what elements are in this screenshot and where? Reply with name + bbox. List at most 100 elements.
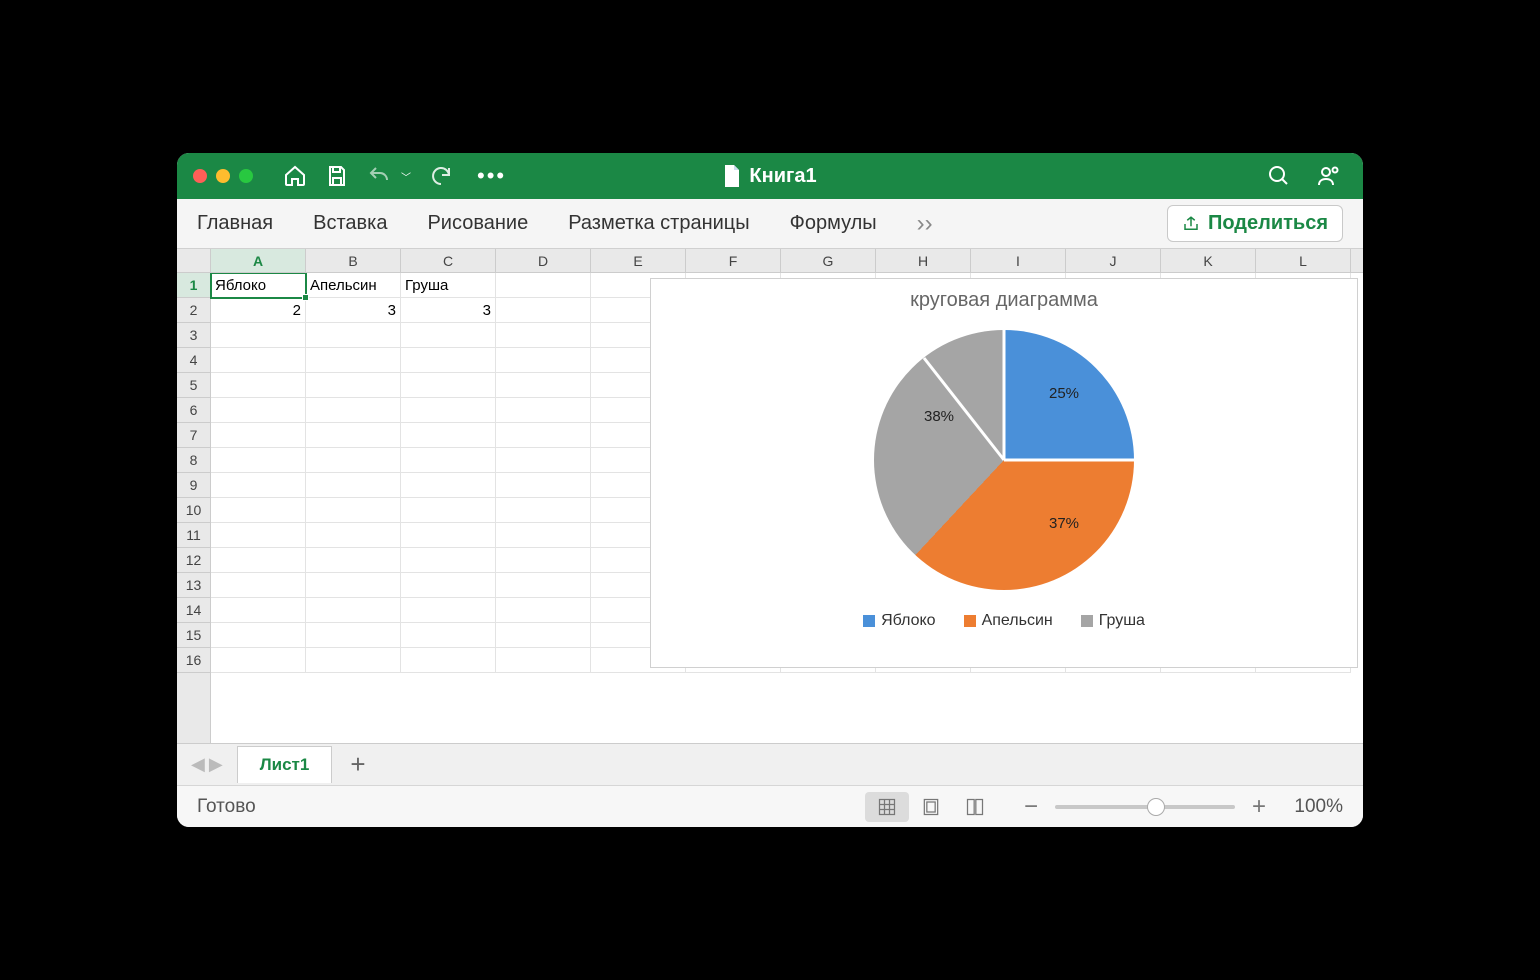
coauthor-icon[interactable] xyxy=(1317,164,1341,188)
sheet-tab-active[interactable]: Лист1 xyxy=(237,746,333,783)
pie-separators xyxy=(874,330,1134,590)
row-header-2[interactable]: 2 xyxy=(177,298,210,323)
zoom-controls: − + xyxy=(1021,793,1269,821)
col-header-A[interactable]: A xyxy=(211,249,306,272)
quick-access-toolbar: ﹀ ••• xyxy=(283,163,506,189)
legend-swatch-1 xyxy=(863,615,875,627)
col-header-F[interactable]: F xyxy=(686,249,781,272)
sheet-bar: ◀ ▶ Лист1 + xyxy=(177,743,1363,785)
cell-D2[interactable] xyxy=(496,298,591,323)
pie-body: 25% 37% 38% xyxy=(874,330,1134,590)
row-header-8[interactable]: 8 xyxy=(177,448,210,473)
row-header-5[interactable]: 5 xyxy=(177,373,210,398)
legend-item-3[interactable]: Груша xyxy=(1081,612,1145,630)
row-header-15[interactable]: 15 xyxy=(177,623,210,648)
cell-C2[interactable]: 3 xyxy=(401,298,496,323)
pie-label-3: 38% xyxy=(924,408,954,425)
row-header-1[interactable]: 1 xyxy=(177,273,210,298)
chart-title: круговая диаграмма xyxy=(910,289,1098,312)
cell-B1[interactable]: Апельсин xyxy=(306,273,401,298)
status-text: Готово xyxy=(197,796,256,818)
fill-handle[interactable] xyxy=(302,294,309,301)
zoom-out-button[interactable]: − xyxy=(1021,793,1041,821)
tab-insert[interactable]: Вставка xyxy=(313,212,387,235)
row-header-11[interactable]: 11 xyxy=(177,523,210,548)
redo-icon[interactable] xyxy=(429,164,453,188)
legend-swatch-2 xyxy=(964,615,976,627)
col-header-J[interactable]: J xyxy=(1066,249,1161,272)
row-header-10[interactable]: 10 xyxy=(177,498,210,523)
row-header-4[interactable]: 4 xyxy=(177,348,210,373)
col-header-B[interactable]: B xyxy=(306,249,401,272)
row-header-16[interactable]: 16 xyxy=(177,648,210,673)
view-page-break-button[interactable] xyxy=(953,792,997,822)
cell-A2[interactable]: 2 xyxy=(211,298,306,323)
sheet-prev-icon[interactable]: ◀ xyxy=(191,754,205,775)
cell-D1[interactable] xyxy=(496,273,591,298)
col-header-G[interactable]: G xyxy=(781,249,876,272)
cells-area[interactable]: Яблоко Апельсин Груша xyxy=(211,273,1363,743)
share-button[interactable]: Поделиться xyxy=(1167,205,1343,242)
row-header-7[interactable]: 7 xyxy=(177,423,210,448)
tab-home[interactable]: Главная xyxy=(197,212,273,235)
document-icon xyxy=(723,165,741,187)
share-button-label: Поделиться xyxy=(1208,212,1328,235)
chart-legend: Яблоко Апельсин Груша xyxy=(863,612,1145,630)
spreadsheet-grid: A B C D E F G H I J K L 1 2 3 4 5 6 7 8 … xyxy=(177,249,1363,743)
sheet-next-icon[interactable]: ▶ xyxy=(209,754,223,775)
view-switcher xyxy=(865,792,997,822)
undo-dropdown-icon[interactable]: ﹀ xyxy=(401,169,411,184)
col-header-C[interactable]: C xyxy=(401,249,496,272)
pie-chart[interactable]: круговая диаграмма 25% 37% 38% Ябло xyxy=(650,278,1358,668)
add-sheet-button[interactable]: + xyxy=(332,749,383,780)
row-headers: 1 2 3 4 5 6 7 8 9 10 11 12 13 14 15 16 xyxy=(177,273,211,743)
pie-label-1: 25% xyxy=(1049,385,1079,402)
tab-formulas[interactable]: Формулы xyxy=(790,212,877,235)
col-header-K[interactable]: K xyxy=(1161,249,1256,272)
app-window: ﹀ ••• Книга1 Главная Вставка Рисование Р… xyxy=(177,153,1363,827)
legend-item-1[interactable]: Яблоко xyxy=(863,612,936,630)
col-header-E[interactable]: E xyxy=(591,249,686,272)
zoom-level[interactable]: 100% xyxy=(1283,796,1343,818)
share-icon xyxy=(1182,215,1200,233)
titlebar: ﹀ ••• Книга1 xyxy=(177,153,1363,199)
legend-item-2[interactable]: Апельсин xyxy=(964,612,1053,630)
more-icon[interactable]: ••• xyxy=(477,163,506,189)
zoom-slider[interactable] xyxy=(1055,805,1235,809)
legend-swatch-3 xyxy=(1081,615,1093,627)
save-icon[interactable] xyxy=(325,164,349,188)
row-header-9[interactable]: 9 xyxy=(177,473,210,498)
row-header-13[interactable]: 13 xyxy=(177,573,210,598)
cell-B2[interactable]: 3 xyxy=(306,298,401,323)
ribbon-tabs: Главная Вставка Рисование Разметка стран… xyxy=(177,199,1363,249)
row-header-12[interactable]: 12 xyxy=(177,548,210,573)
undo-icon[interactable] xyxy=(367,164,391,188)
zoom-in-button[interactable]: + xyxy=(1249,793,1269,821)
col-header-L[interactable]: L xyxy=(1256,249,1351,272)
view-normal-button[interactable] xyxy=(865,792,909,822)
home-icon[interactable] xyxy=(283,164,307,188)
view-page-layout-button[interactable] xyxy=(909,792,953,822)
zoom-slider-thumb[interactable] xyxy=(1147,798,1165,816)
cell-C1[interactable]: Груша xyxy=(401,273,496,298)
pie-label-2: 37% xyxy=(1049,515,1079,532)
window-title-text: Книга1 xyxy=(749,165,816,188)
row-header-3[interactable]: 3 xyxy=(177,323,210,348)
close-window-button[interactable] xyxy=(193,169,207,183)
cell-A1[interactable]: Яблоко xyxy=(211,273,306,298)
maximize-window-button[interactable] xyxy=(239,169,253,183)
col-header-I[interactable]: I xyxy=(971,249,1066,272)
tab-draw[interactable]: Рисование xyxy=(427,212,528,235)
select-all-corner[interactable] xyxy=(177,249,211,272)
row-header-14[interactable]: 14 xyxy=(177,598,210,623)
col-header-H[interactable]: H xyxy=(876,249,971,272)
tab-page-layout[interactable]: Разметка страницы xyxy=(568,212,749,235)
row-header-6[interactable]: 6 xyxy=(177,398,210,423)
search-icon[interactable] xyxy=(1267,164,1291,188)
ribbon-overflow-icon[interactable]: ›› xyxy=(917,210,933,238)
column-headers: A B C D E F G H I J K L xyxy=(177,249,1363,273)
cell-A3[interactable] xyxy=(211,323,306,348)
traffic-lights xyxy=(193,169,253,183)
minimize-window-button[interactable] xyxy=(216,169,230,183)
col-header-D[interactable]: D xyxy=(496,249,591,272)
